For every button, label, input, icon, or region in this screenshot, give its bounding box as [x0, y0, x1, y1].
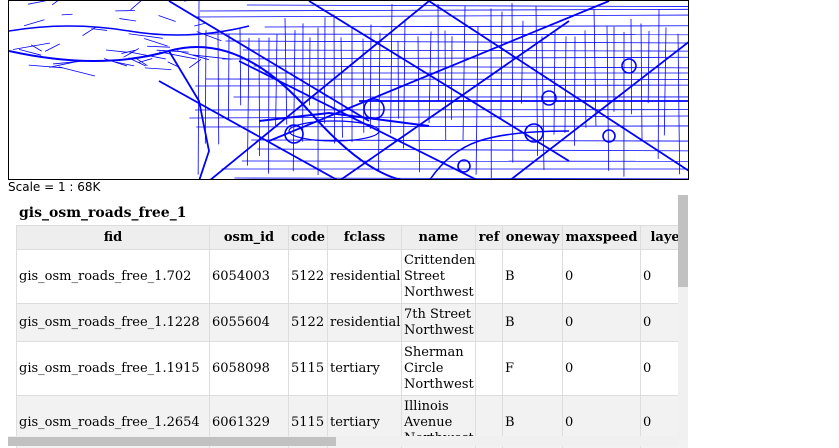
attribute-table: fid osm_id code fclass name ref oneway m…: [16, 225, 688, 448]
table-row[interactable]: gis_osm_roads_free_1.1915 6058098 5115 t…: [16, 341, 688, 396]
layer-title: gis_osm_roads_free_1: [19, 205, 187, 221]
column-header-code[interactable]: code: [288, 225, 328, 250]
cell-fid: gis_osm_roads_free_1.1915: [16, 341, 210, 396]
cell-oneway: F: [502, 341, 563, 396]
vertical-scrollbar-thumb[interactable]: [678, 195, 688, 287]
table-row[interactable]: gis_osm_roads_free_1.1228 6055604 5122 r…: [16, 303, 688, 342]
vertical-scrollbar[interactable]: [678, 195, 688, 440]
cell-osm-id: 6055604: [209, 303, 289, 342]
cell-code: 5115: [288, 341, 328, 396]
column-header-name[interactable]: name: [401, 225, 476, 250]
column-header-ref[interactable]: ref: [475, 225, 503, 250]
table-header-row: fid osm_id code fclass name ref oneway m…: [16, 225, 688, 250]
cell-fclass: residential: [327, 303, 402, 342]
horizontal-scrollbar-thumb[interactable]: [8, 437, 336, 446]
cell-oneway: B: [502, 249, 563, 304]
table-row[interactable]: gis_osm_roads_free_1.702 6054003 5122 re…: [16, 249, 688, 304]
cell-osm-id: 6058098: [209, 341, 289, 396]
cell-name: 7th Street Northwest: [401, 303, 476, 342]
cell-oneway: B: [502, 303, 563, 342]
cell-code: 5122: [288, 249, 328, 304]
cell-maxspeed: 0: [562, 249, 641, 304]
cell-name: Sherman Circle Northwest: [401, 341, 476, 396]
cell-fid: gis_osm_roads_free_1.702: [16, 249, 210, 304]
horizontal-scrollbar[interactable]: [8, 436, 678, 446]
road-network-map: [9, 1, 688, 179]
cell-code: 5122: [288, 303, 328, 342]
column-header-oneway[interactable]: oneway: [502, 225, 563, 250]
cell-fclass: residential: [327, 249, 402, 304]
cell-fclass: tertiary: [327, 341, 402, 396]
column-header-osm-id[interactable]: osm_id: [209, 225, 289, 250]
cell-osm-id: 6054003: [209, 249, 289, 304]
column-header-maxspeed[interactable]: maxspeed: [562, 225, 641, 250]
cell-ref: [475, 341, 503, 396]
cell-ref: [475, 249, 503, 304]
column-header-fclass[interactable]: fclass: [327, 225, 402, 250]
column-header-fid[interactable]: fid: [16, 225, 210, 250]
cell-ref: [475, 303, 503, 342]
cell-maxspeed: 0: [562, 303, 641, 342]
map-view[interactable]: [8, 0, 689, 180]
attribute-panel[interactable]: gis_osm_roads_free_1 fid osm_id code fcl…: [8, 195, 688, 448]
scale-label: Scale = 1 : 68K: [8, 180, 101, 194]
cell-name: Crittenden Street Northwest: [401, 249, 476, 304]
cell-maxspeed: 0: [562, 341, 641, 396]
cell-fid: gis_osm_roads_free_1.1228: [16, 303, 210, 342]
